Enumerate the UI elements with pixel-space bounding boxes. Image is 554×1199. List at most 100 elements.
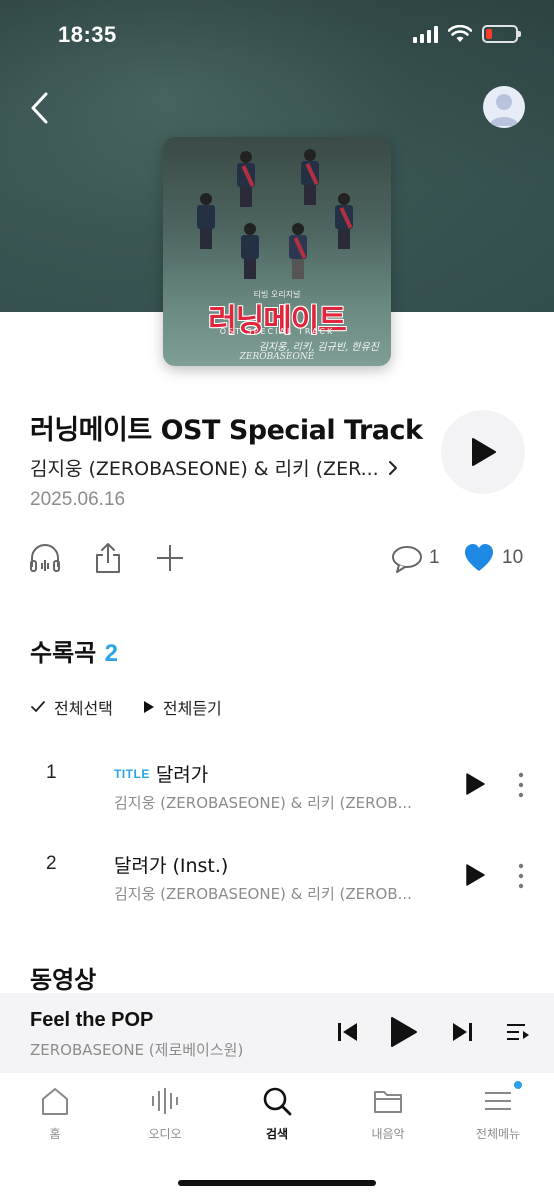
nav-home-label: 홈 bbox=[49, 1127, 61, 1141]
battery-level bbox=[486, 29, 492, 39]
album-cover[interactable]: 티빙 오리지널 러닝메이트 OST SPECIAL TRACK 김지웅, 리키,… bbox=[163, 137, 391, 366]
play-album-button[interactable] bbox=[441, 410, 525, 494]
comment-icon bbox=[392, 546, 422, 573]
playlist-icon bbox=[507, 1024, 529, 1040]
title-badge: TITLE bbox=[114, 766, 150, 781]
track-row[interactable]: 2 달려가 (Inst.) 김지웅 (ZEROBASEONE) & 리키 (ZE… bbox=[0, 853, 554, 929]
nav-full-menu-label: 전체메뉴 bbox=[475, 1127, 521, 1141]
search-icon bbox=[263, 1087, 292, 1116]
videos-heading: 동영상 bbox=[30, 966, 97, 994]
nav-full-menu[interactable]: 전체메뉴 bbox=[443, 1085, 553, 1155]
nav-audio-label: 오디오 bbox=[148, 1127, 182, 1141]
tracklist-controls: 전체선택 전체듣기 bbox=[30, 695, 222, 719]
track-artist: 김지웅 (ZEROBASEONE) & 리키 (ZEROB... bbox=[114, 794, 412, 812]
tracklist-heading: 수록곡 2 bbox=[30, 633, 118, 668]
comment-button[interactable] bbox=[390, 541, 424, 575]
cover-figure bbox=[195, 193, 217, 251]
plus-icon bbox=[157, 545, 183, 571]
track-number: 1 bbox=[46, 762, 57, 783]
track-title: TITLE 달려가 bbox=[114, 760, 208, 787]
home-icon bbox=[42, 1088, 68, 1115]
menu-icon bbox=[485, 1092, 511, 1110]
play-icon bbox=[472, 438, 496, 466]
like-count: 10 bbox=[502, 547, 524, 568]
share-button[interactable] bbox=[91, 541, 125, 575]
comment-count: 1 bbox=[429, 547, 440, 568]
status-bar: 18:35 bbox=[0, 0, 554, 70]
battery-icon bbox=[482, 25, 521, 43]
action-row bbox=[0, 538, 554, 580]
play-icon bbox=[466, 773, 485, 795]
track-number: 2 bbox=[46, 853, 57, 874]
share-icon bbox=[96, 543, 120, 573]
nav-search[interactable]: 검색 bbox=[222, 1085, 332, 1155]
artist-name: 김지웅 (ZEROBASEONE) & 리키 (ZER... bbox=[30, 458, 379, 480]
track-title-text: 달려가 bbox=[155, 764, 209, 786]
mini-player[interactable]: Feel the POP ZEROBASEONE (제로베이스원) bbox=[0, 993, 554, 1073]
audio-wave-icon bbox=[152, 1088, 178, 1114]
previous-button[interactable] bbox=[336, 1020, 360, 1048]
artist-link[interactable]: 김지웅 (ZEROBASEONE) & 리키 (ZER... bbox=[30, 454, 399, 481]
more-vertical-icon bbox=[518, 772, 524, 798]
track-more-button[interactable] bbox=[512, 770, 530, 800]
notification-dot bbox=[514, 1081, 522, 1089]
cover-figure bbox=[299, 149, 321, 207]
play-all-button[interactable]: 전체듣기 bbox=[143, 695, 222, 719]
select-all-label: 전체선택 bbox=[54, 699, 113, 718]
cover-group: ZEROBASEONE bbox=[239, 352, 315, 362]
add-button[interactable] bbox=[153, 541, 187, 575]
nav-my-music[interactable]: 내음악 bbox=[333, 1085, 443, 1155]
play-icon bbox=[466, 864, 485, 886]
now-playing-artist: ZEROBASEONE (제로베이스원) bbox=[30, 1041, 244, 1059]
cover-figure bbox=[235, 151, 257, 209]
cover-subtitle: OST SPECIAL TRACK bbox=[219, 327, 335, 336]
album-detail-screen: 18:35 티빙 오리지널 러닝메이트 OST SPECIAL TRACK 김지… bbox=[0, 0, 554, 1199]
more-vertical-icon bbox=[518, 863, 524, 889]
tracklist-count: 2 bbox=[104, 640, 118, 667]
headphones-icon bbox=[30, 544, 60, 572]
play-pause-button[interactable] bbox=[389, 1015, 419, 1053]
profile-avatar[interactable] bbox=[483, 86, 525, 128]
user-icon bbox=[489, 94, 519, 126]
nav-my-music-label: 내음악 bbox=[371, 1127, 405, 1141]
release-date: 2025.06.16 bbox=[30, 489, 126, 510]
play-all-label: 전체듣기 bbox=[162, 699, 222, 718]
chevron-left-icon bbox=[31, 92, 48, 124]
status-time: 18:35 bbox=[58, 22, 117, 47]
track-title: 달려가 (Inst.) bbox=[114, 851, 228, 878]
track-row[interactable]: 1 TITLE 달려가 김지웅 (ZEROBASEONE) & 리키 (ZERO… bbox=[0, 762, 554, 838]
signal-icon bbox=[413, 25, 438, 43]
skip-back-icon bbox=[338, 1023, 357, 1041]
cover-names: 김지웅, 리키, 김규빈, 한유진 bbox=[258, 342, 379, 353]
like-button[interactable] bbox=[462, 541, 496, 575]
play-icon bbox=[391, 1017, 417, 1047]
album-title: 러닝메이트 OST Special Track bbox=[30, 415, 423, 446]
track-artist: 김지웅 (ZEROBASEONE) & 리키 (ZEROB... bbox=[114, 885, 412, 903]
check-icon bbox=[31, 701, 45, 712]
cover-figure bbox=[239, 223, 261, 281]
status-icons bbox=[413, 25, 521, 43]
folder-icon bbox=[374, 1091, 402, 1113]
cover-figure bbox=[333, 193, 355, 251]
back-button[interactable] bbox=[26, 88, 56, 128]
cover-figure bbox=[287, 223, 309, 281]
home-indicator[interactable] bbox=[178, 1180, 376, 1186]
track-title-text: 달려가 (Inst.) bbox=[114, 855, 229, 877]
now-playing-title: Feel the POP bbox=[30, 1009, 154, 1031]
track-play-button[interactable] bbox=[464, 863, 490, 889]
track-play-button[interactable] bbox=[464, 772, 490, 798]
heart-icon bbox=[465, 544, 493, 571]
playlist-button[interactable] bbox=[505, 1020, 531, 1048]
next-button[interactable] bbox=[450, 1020, 474, 1048]
select-all-button[interactable]: 전체선택 bbox=[30, 695, 113, 719]
wifi-icon bbox=[448, 25, 472, 42]
track-more-button[interactable] bbox=[512, 861, 530, 891]
tracklist-heading-label: 수록곡 bbox=[30, 639, 97, 667]
skip-forward-icon bbox=[453, 1023, 472, 1041]
nav-audio[interactable]: 오디오 bbox=[110, 1085, 220, 1155]
nav-search-label: 검색 bbox=[265, 1127, 289, 1141]
listen-button[interactable] bbox=[28, 541, 62, 575]
nav-home[interactable]: 홈 bbox=[0, 1085, 110, 1155]
play-icon bbox=[143, 701, 154, 713]
chevron-right-icon bbox=[388, 460, 397, 475]
